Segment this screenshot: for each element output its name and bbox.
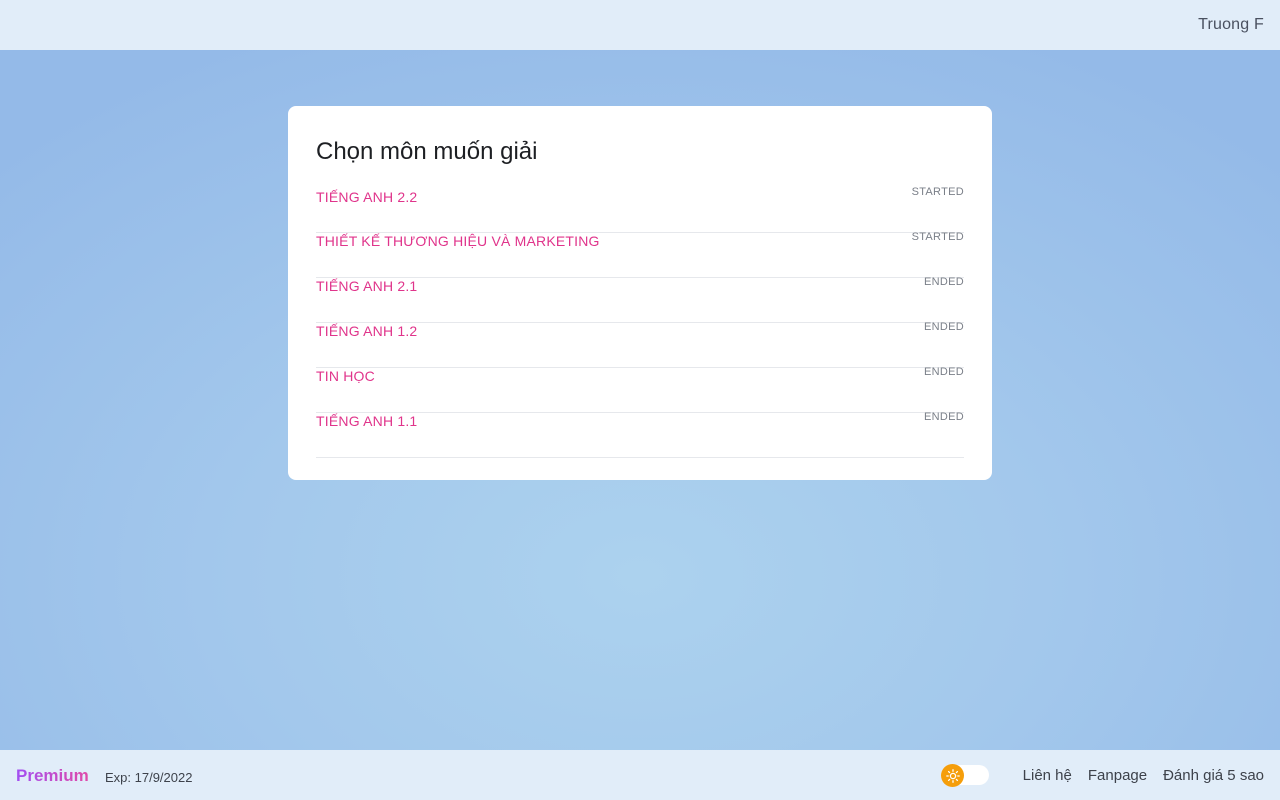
top-bar: Truong F xyxy=(0,0,1280,50)
course-name[interactable]: TIẾNG ANH 2.2 xyxy=(316,189,417,205)
contact-link[interactable]: Liên hệ xyxy=(1023,767,1072,784)
course-status: ENDED xyxy=(923,276,964,288)
course-item[interactable]: TIẾNG ANH 2.1 ENDED xyxy=(316,276,964,323)
footer-links: Liên hệ Fanpage Đánh giá 5 sao xyxy=(1023,767,1264,784)
course-name[interactable]: TIẾNG ANH 1.2 xyxy=(316,323,417,339)
user-name[interactable]: Truong F xyxy=(1198,16,1264,34)
course-status: STARTED xyxy=(911,186,964,198)
course-name[interactable]: THIẾT KẾ THƯƠNG HIỆU VÀ MARKETING xyxy=(316,233,600,249)
course-status: STARTED xyxy=(911,231,964,243)
page-title: Chọn môn muốn giải xyxy=(316,138,538,165)
footer-bar: Premium Exp: 17/9/2022 Liên hệ Fanpage Đ… xyxy=(0,750,1280,800)
course-card: Chọn môn muốn giải TIẾNG ANH 2.2 STARTED… xyxy=(288,106,992,480)
fanpage-link[interactable]: Fanpage xyxy=(1088,767,1147,784)
course-status: ENDED xyxy=(923,321,964,333)
rate-link[interactable]: Đánh giá 5 sao xyxy=(1163,767,1264,784)
theme-toggle[interactable] xyxy=(941,764,989,787)
course-item[interactable]: TIẾNG ANH 1.2 ENDED xyxy=(316,321,964,368)
course-item[interactable]: THIẾT KẾ THƯƠNG HIỆU VÀ MARKETING STARTE… xyxy=(316,231,964,278)
course-name[interactable]: TIẾNG ANH 1.1 xyxy=(316,413,417,429)
sun-icon-glyph xyxy=(945,768,960,783)
course-status: ENDED xyxy=(923,366,964,378)
course-name[interactable]: TIẾNG ANH 2.1 xyxy=(316,278,417,294)
sun-icon xyxy=(941,764,964,787)
course-item[interactable]: TIẾNG ANH 2.2 STARTED xyxy=(316,186,964,233)
course-name[interactable]: TIN HỌC xyxy=(316,368,375,384)
course-list: TIẾNG ANH 2.2 STARTED THIẾT KẾ THƯƠNG HI… xyxy=(316,186,964,458)
course-status: ENDED xyxy=(923,411,964,423)
expiry-date: Exp: 17/9/2022 xyxy=(105,770,193,785)
course-item[interactable]: TIN HỌC ENDED xyxy=(316,366,964,413)
course-item[interactable]: TIẾNG ANH 1.1 ENDED xyxy=(316,411,964,458)
premium-badge: Premium xyxy=(16,766,89,785)
